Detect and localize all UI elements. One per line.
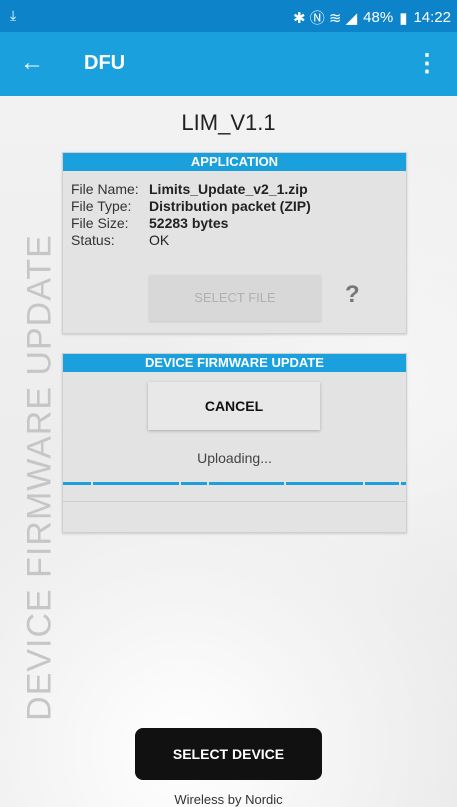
arrow-left-icon[interactable]: ← — [20, 48, 44, 78]
upload-status: Uploading... — [197, 450, 272, 466]
status-value: OK — [149, 232, 170, 248]
battery-icon: ▮ — [399, 9, 408, 27]
upload-progress-bar — [63, 482, 406, 485]
file-name-label: File Name: — [71, 181, 139, 197]
file-size-label: File Size: — [71, 215, 129, 231]
clock: 14:22 — [413, 9, 451, 26]
application-card: APPLICATION File Name: Limits_Update_v2_1… — [62, 152, 407, 334]
app-bar: ← DFU ⋮ — [0, 32, 457, 96]
download-icon: ⤓ — [10, 7, 17, 23]
battery-level: 48% — [363, 9, 394, 26]
side-label: DEVICE FIRMWARE UPDATE — [20, 234, 59, 721]
divider — [63, 501, 406, 502]
file-info: File Name: Limits_Update_v2_1.zip File Ty… — [71, 181, 311, 249]
footer-text: Wireless by Nordic — [174, 792, 283, 807]
file-type-label: File Type: — [71, 198, 132, 214]
status-bar: ⤓ ✱ Ⓝ ≋ ◢ 48% ▮ 14:22 — [0, 0, 457, 32]
select-file-button[interactable]: SELECT FILE — [149, 275, 321, 321]
select-device-button[interactable]: SELECT DEVICE — [135, 728, 322, 780]
dfu-card: DEVICE FIRMWARE UPDATE CANCEL Uploading.… — [62, 353, 407, 533]
device-name: LIM_V1.1 — [181, 110, 276, 135]
cancel-button[interactable]: CANCEL — [148, 382, 320, 430]
main-content: DEVICE FIRMWARE UPDATE LIM_V1.1 APPLICAT… — [0, 96, 457, 807]
file-type-value: Distribution packet (ZIP) — [149, 198, 311, 214]
system-icons: ✱ Ⓝ ≋ ◢ — [292, 10, 358, 27]
more-vert-icon[interactable]: ⋮ — [415, 49, 439, 78]
application-header: APPLICATION — [63, 153, 406, 171]
file-size-value: 52283 bytes — [149, 215, 229, 231]
dfu-header: DEVICE FIRMWARE UPDATE — [63, 354, 406, 372]
app-title: DFU — [84, 52, 126, 74]
file-name-value: Limits_Update_v2_1.zip — [149, 181, 308, 197]
help-icon[interactable]: ? — [345, 281, 360, 309]
status-label: Status: — [71, 232, 115, 248]
